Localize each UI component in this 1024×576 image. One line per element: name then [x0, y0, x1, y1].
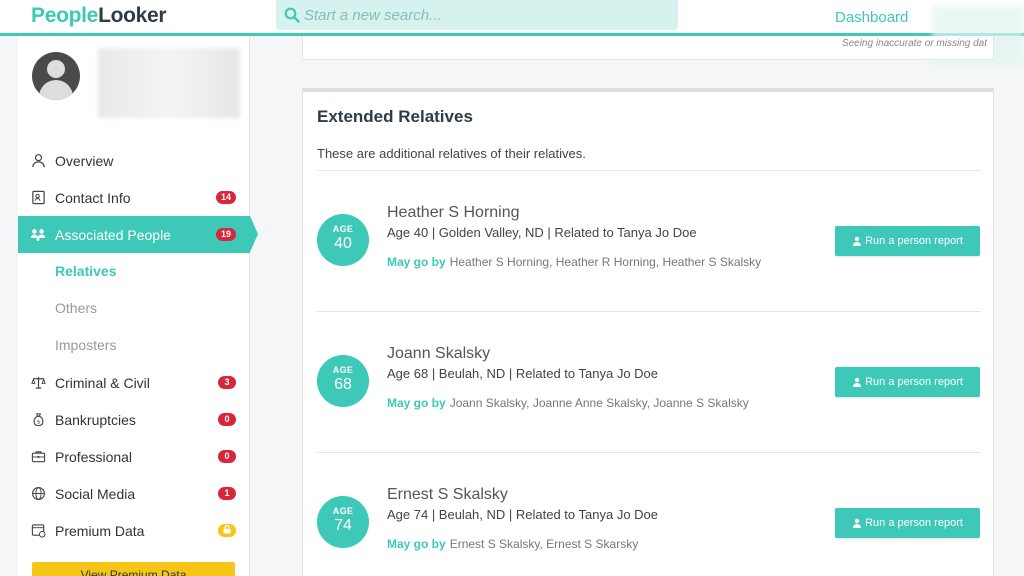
- age-badge: AGE 40: [317, 214, 369, 266]
- briefcase-icon: [30, 449, 46, 465]
- sidebar-item-professional[interactable]: Professional 0: [18, 438, 250, 475]
- sidebar-subitem-others[interactable]: Others: [55, 300, 97, 316]
- relative-details: Age 68 | Beulah, ND | Related to Tanya J…: [387, 366, 659, 381]
- sidebar-item-label: Associated People: [55, 226, 171, 243]
- user-icon: [853, 236, 862, 246]
- sidebar-item-label: Professional: [55, 448, 133, 465]
- sidebar-item-premium-data[interactable]: Premium Data: [18, 512, 250, 549]
- relative-details: Age 74 | Beulah, ND | Related to Tanya J…: [387, 507, 659, 522]
- extended-relatives-card: Extended Relatives These are additional …: [302, 88, 994, 576]
- search-input[interactable]: [304, 6, 664, 24]
- sidebar-item-criminal-civil[interactable]: Criminal & Civil 3: [18, 364, 250, 401]
- logo-text-people: People: [31, 4, 99, 27]
- people-icon: [30, 227, 46, 243]
- view-premium-data-button[interactable]: View Premium Data: [32, 562, 235, 576]
- relative-aliases: May go by Ernest S Skalsky, Ernest S Skar…: [387, 537, 638, 551]
- aliases-list: Joann Skalsky, Joanne Anne Skalsky, Joan…: [449, 396, 749, 410]
- sidebar-item-label: Contact Info: [55, 189, 131, 206]
- money-bag-icon: $: [30, 412, 46, 428]
- aliases-list: Heather S Horning, Heather R Horning, He…: [449, 255, 762, 269]
- avatar: [32, 52, 80, 100]
- relative-name[interactable]: Joann Skalsky: [387, 345, 490, 363]
- may-go-by-label: May go by: [387, 537, 446, 551]
- divider: [317, 170, 981, 171]
- age-badge: AGE 74: [317, 496, 369, 548]
- search-bar[interactable]: [276, 0, 678, 30]
- relative-row: AGE 40 Heather S Horning Age 40 | Golden…: [303, 172, 995, 312]
- sidebar-item-label: Criminal & Civil: [55, 374, 150, 391]
- count-badge: 19: [215, 228, 236, 241]
- may-go-by-label: May go by: [387, 255, 446, 269]
- relative-name[interactable]: Heather S Horning: [387, 204, 520, 222]
- user-icon: [853, 377, 862, 387]
- relative-row: AGE 68 Joann Skalsky Age 68 | Beulah, ND…: [303, 313, 995, 453]
- count-badge: 1: [218, 487, 236, 500]
- sidebar-item-label: Social Media: [55, 485, 136, 502]
- people-looker-logo[interactable]: PeopleLooker: [31, 4, 167, 28]
- database-icon: [30, 523, 46, 539]
- dashboard-link[interactable]: Dashboard: [835, 9, 908, 26]
- section-description: These are additional relatives of their …: [317, 146, 586, 161]
- sidebar-item-label: Premium Data: [55, 522, 145, 539]
- sidebar: Overview Contact Info 14 Associated Peop…: [18, 36, 258, 576]
- scales-icon: [30, 375, 46, 391]
- relative-name[interactable]: Ernest S Skalsky: [387, 486, 508, 504]
- sidebar-item-label: Bankruptcies: [55, 411, 136, 428]
- count-badge: 3: [218, 376, 236, 389]
- sidebar-subitem-relatives[interactable]: Relatives: [55, 263, 116, 279]
- lock-icon: [223, 524, 231, 534]
- sidebar-item-contact-info[interactable]: Contact Info 14: [18, 179, 250, 216]
- sidebar-subitem-imposters[interactable]: Imposters: [55, 337, 116, 353]
- search-icon: [284, 7, 300, 23]
- run-person-report-button[interactable]: Run a person report: [835, 508, 980, 538]
- run-person-report-button[interactable]: Run a person report: [835, 367, 980, 397]
- svg-text:$: $: [36, 419, 40, 425]
- contact-card-icon: [30, 190, 46, 206]
- count-badge: 14: [215, 191, 236, 204]
- relative-row: AGE 74 Ernest S Skalsky Age 74 | Beulah,…: [303, 454, 995, 576]
- report-issue-link[interactable]: Seeing inaccurate or missing dat: [842, 38, 987, 49]
- count-badge: 0: [218, 413, 236, 426]
- sidebar-item-social-media[interactable]: Social Media 1: [18, 475, 250, 512]
- divider: [317, 311, 981, 312]
- count-badge: 0: [218, 450, 236, 463]
- user-icon: [30, 153, 46, 169]
- globe-icon: [30, 486, 46, 502]
- redacted-name: [98, 48, 240, 118]
- run-person-report-button[interactable]: Run a person report: [835, 226, 980, 256]
- aliases-list: Ernest S Skalsky, Ernest S Skarsky: [449, 537, 639, 551]
- lock-badge: [218, 524, 236, 537]
- sidebar-item-bankruptcies[interactable]: $ Bankruptcies 0: [18, 401, 250, 438]
- relative-details: Age 40 | Golden Valley, ND | Related to …: [387, 225, 697, 240]
- age-badge: AGE 68: [317, 355, 369, 407]
- may-go-by-label: May go by: [387, 396, 446, 410]
- user-icon: [853, 518, 862, 528]
- logo-text-looker: Looker: [98, 4, 167, 27]
- sidebar-item-label: Overview: [55, 152, 114, 169]
- previous-section-card: Seeing inaccurate or missing dat: [302, 36, 994, 60]
- top-bar: PeopleLooker Dashboard: [0, 0, 1024, 36]
- section-title: Extended Relatives: [317, 107, 473, 126]
- sidebar-item-associated-people[interactable]: Associated People 19: [18, 216, 258, 253]
- sidebar-item-overview[interactable]: Overview: [18, 142, 250, 179]
- divider: [317, 452, 981, 453]
- relative-aliases: May go by Heather S Horning, Heather R Ho…: [387, 255, 761, 269]
- relative-aliases: May go by Joann Skalsky, Joanne Anne Skal…: [387, 396, 749, 410]
